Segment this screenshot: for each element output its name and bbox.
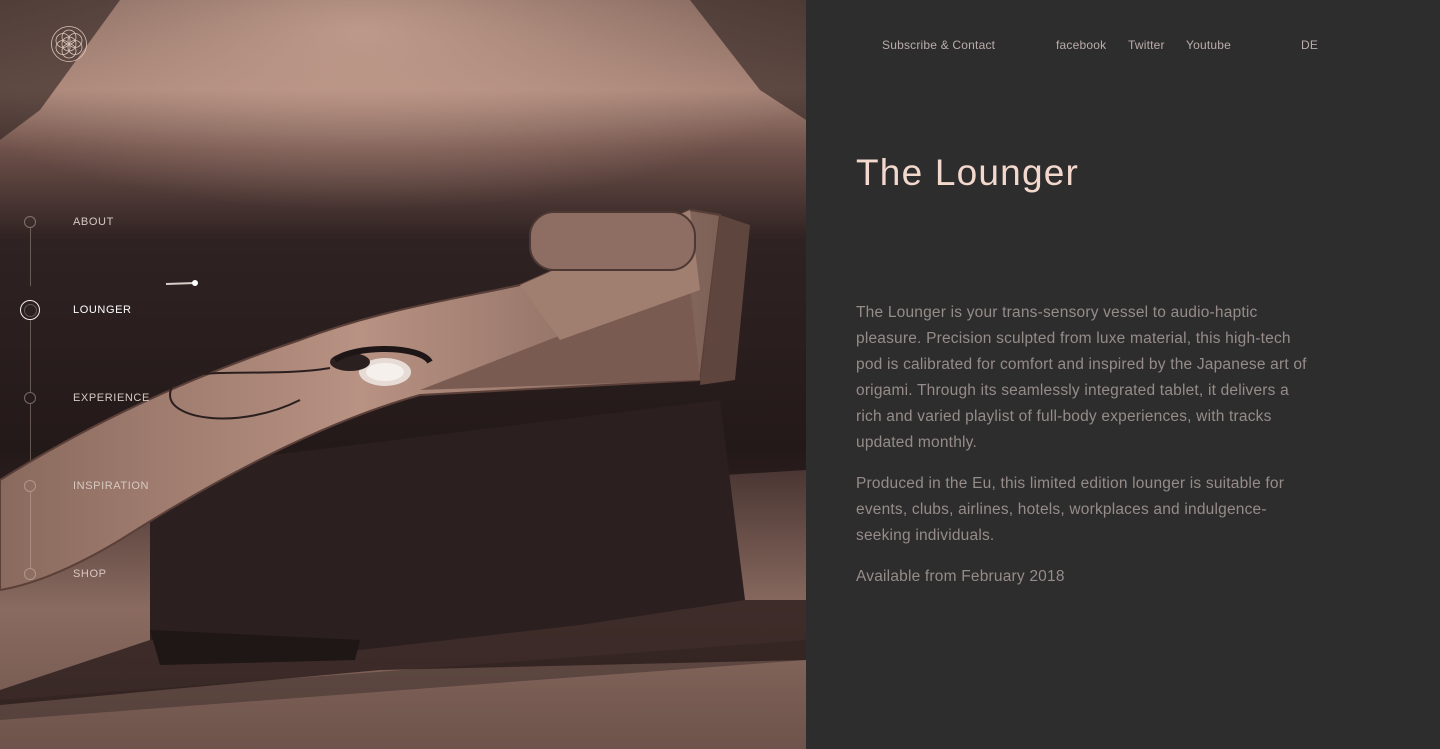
subscribe-contact-link[interactable]: Subscribe & Contact [882, 38, 995, 52]
nav-dot [24, 568, 36, 580]
nav-dot-active [20, 300, 40, 320]
description-paragraph: The Lounger is your trans-sensory vessel… [856, 304, 1307, 451]
nav-label: LOUNGER [73, 304, 132, 316]
nav-connector [30, 492, 31, 568]
content-panel: Subscribe & Contact facebook Twitter You… [806, 0, 1440, 749]
availability-text: Available from February 2018 [856, 568, 1065, 585]
nav-label: EXPERIENCE [73, 392, 150, 404]
facebook-link[interactable]: facebook [1056, 38, 1106, 52]
nav-dot [24, 216, 36, 228]
section-nav: ABOUT LOUNGER EXPERIENCE INSPIRATION SHO… [0, 0, 300, 749]
nav-dot [24, 480, 36, 492]
top-bar: Subscribe & Contact facebook Twitter You… [806, 38, 1440, 54]
nav-connector [30, 228, 31, 286]
page: ABOUT LOUNGER EXPERIENCE INSPIRATION SHO… [0, 0, 1440, 749]
nav-label: INSPIRATION [73, 480, 150, 492]
nav-label: SHOP [73, 568, 107, 580]
nav-connector [30, 404, 31, 460]
nav-connector [30, 320, 31, 392]
nav-dot [24, 392, 36, 404]
nav-label: ABOUT [73, 216, 114, 228]
description: The Lounger is your trans-sensory vessel… [856, 300, 1316, 605]
youtube-link[interactable]: Youtube [1186, 38, 1231, 52]
twitter-link[interactable]: Twitter [1128, 38, 1165, 52]
description-paragraph: Produced in the Eu, this limited edition… [856, 475, 1285, 544]
language-switch[interactable]: DE [1301, 38, 1318, 52]
page-title: The Lounger [856, 152, 1080, 193]
